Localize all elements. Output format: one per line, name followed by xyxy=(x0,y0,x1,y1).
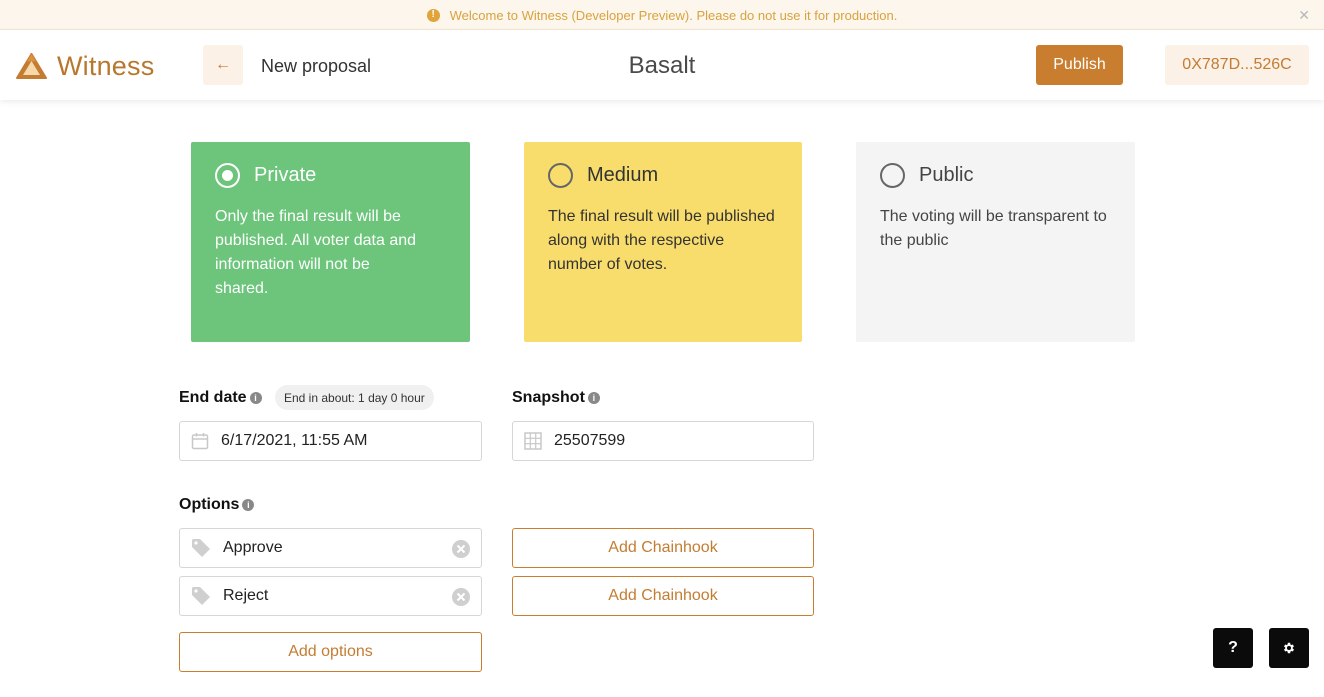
app-header: Witness ← New proposal Basalt Publish 0X… xyxy=(0,30,1324,100)
radio-medium[interactable] xyxy=(548,162,573,188)
close-icon[interactable]: ✕ xyxy=(1298,8,1310,22)
clear-icon[interactable] xyxy=(451,539,471,559)
end-date-hint: End in about: 1 day 0 hour xyxy=(275,385,434,410)
tag-icon xyxy=(191,586,211,606)
banner-message: Welcome to Witness (Developer Preview). … xyxy=(449,7,898,23)
grid-icon xyxy=(524,432,542,450)
space-name: Basalt xyxy=(628,52,696,79)
warning-icon: ! xyxy=(426,8,440,22)
calendar-icon xyxy=(191,432,209,450)
privacy-option-description: The final result will be published along… xyxy=(548,208,775,273)
privacy-option-description: The voting will be transparent to the pu… xyxy=(880,208,1107,249)
snapshot-value: 25507599 xyxy=(554,432,626,449)
add-chainhook-button[interactable]: Add Chainhook xyxy=(512,576,814,616)
wallet-address-button[interactable]: 0X787D...526C xyxy=(1165,45,1309,85)
help-button[interactable]: ? xyxy=(1213,628,1253,668)
radio-private[interactable] xyxy=(215,162,240,188)
privacy-option-medium[interactable]: Medium The final result will be publishe… xyxy=(524,142,802,342)
snapshot-field[interactable]: 25507599 xyxy=(512,421,814,461)
privacy-option-private[interactable]: Private Only the final result will be pu… xyxy=(191,142,470,342)
dev-preview-banner: ! Welcome to Witness (Developer Preview)… xyxy=(0,0,1324,30)
radio-public[interactable] xyxy=(880,162,905,188)
snapshot-label-text: Snapshot xyxy=(512,389,585,406)
privacy-option-public[interactable]: Public The voting will be transparent to… xyxy=(856,142,1135,342)
gear-icon xyxy=(1283,642,1295,654)
option-value: Reject xyxy=(223,587,269,604)
option-field-approve[interactable]: Approve xyxy=(179,528,482,568)
add-options-button[interactable]: Add options xyxy=(179,632,482,672)
end-date-value: 6/17/2021, 11:55 AM xyxy=(221,432,368,449)
end-date-field[interactable]: 6/17/2021, 11:55 AM xyxy=(179,421,482,461)
end-date-label: End date i xyxy=(179,389,262,407)
privacy-option-title: Medium xyxy=(587,163,659,186)
options-label-text: Options xyxy=(179,496,240,513)
options-label: Options i xyxy=(179,496,255,514)
info-icon[interactable]: i xyxy=(242,499,255,511)
end-date-label-text: End date xyxy=(179,389,247,406)
privacy-option-title: Public xyxy=(919,163,974,186)
add-chainhook-button[interactable]: Add Chainhook xyxy=(512,528,814,568)
publish-button[interactable]: Publish xyxy=(1036,45,1123,85)
tag-icon xyxy=(191,538,211,558)
clear-icon[interactable] xyxy=(451,587,471,607)
banner-content: ! Welcome to Witness (Developer Preview)… xyxy=(0,0,1324,30)
privacy-option-description: Only the final result will be published.… xyxy=(215,208,417,297)
option-value: Approve xyxy=(223,539,283,556)
help-label: ? xyxy=(1228,639,1238,656)
settings-button[interactable] xyxy=(1269,628,1309,668)
privacy-option-title: Private xyxy=(254,163,317,186)
info-icon[interactable]: i xyxy=(249,392,262,404)
snapshot-label: Snapshot i xyxy=(512,389,600,407)
info-icon[interactable]: i xyxy=(587,392,600,404)
option-field-reject[interactable]: Reject xyxy=(179,576,482,616)
